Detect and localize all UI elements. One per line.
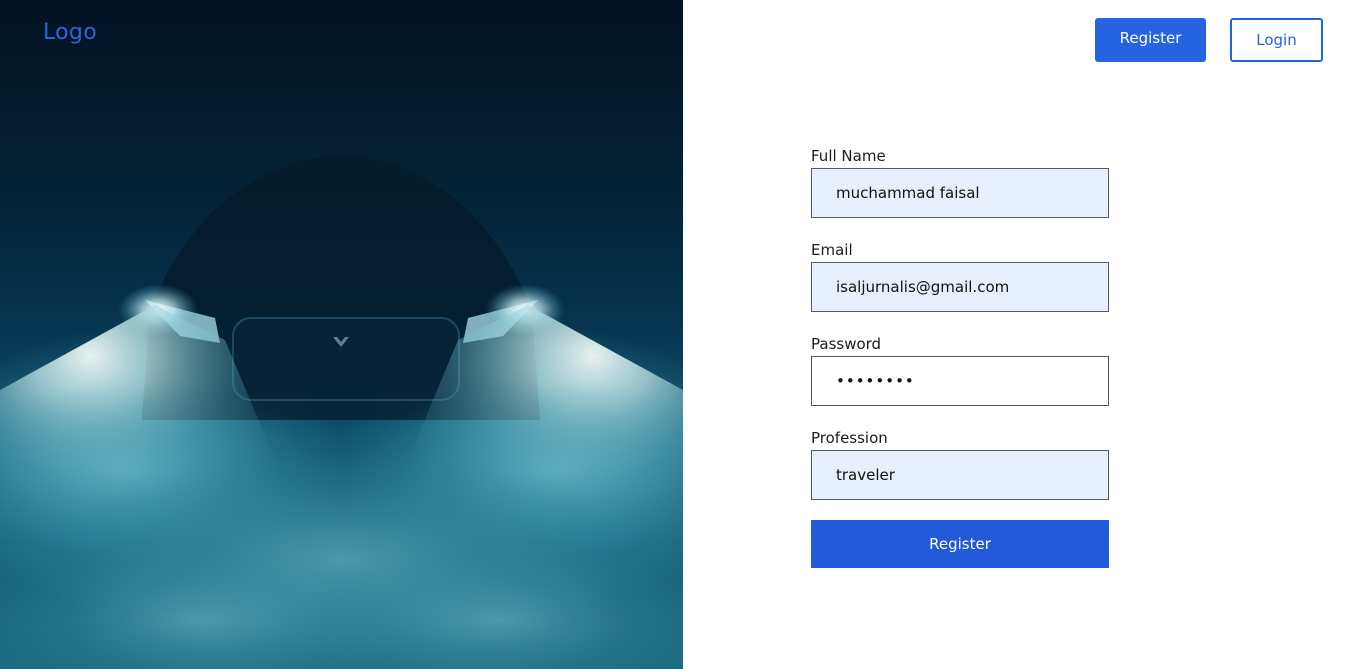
- register-page: Logo Register Login Full Name Email Pass…: [0, 0, 1366, 669]
- submit-register-button[interactable]: Register: [811, 520, 1109, 568]
- email-label: Email: [811, 241, 853, 259]
- password-field: Password: [811, 334, 1109, 406]
- nav-login-button[interactable]: Login: [1230, 18, 1323, 62]
- full-name-label: Full Name: [811, 147, 886, 165]
- password-label: Password: [811, 335, 882, 353]
- profession-field: Profession: [811, 428, 1109, 500]
- full-name-input[interactable]: [811, 168, 1109, 218]
- profession-label: Profession: [811, 429, 888, 447]
- hero-image-car-headlights: Logo: [0, 0, 683, 669]
- logo[interactable]: Logo: [43, 20, 97, 45]
- password-input[interactable]: [811, 356, 1109, 406]
- profession-input[interactable]: [811, 450, 1109, 500]
- full-name-field: Full Name: [811, 146, 1109, 218]
- hero-illustration: [0, 155, 683, 669]
- email-input[interactable]: [811, 262, 1109, 312]
- register-form: Full Name Email Password Profession Regi…: [811, 146, 1109, 568]
- nav-register-button[interactable]: Register: [1095, 18, 1206, 62]
- email-field: Email: [811, 240, 1109, 312]
